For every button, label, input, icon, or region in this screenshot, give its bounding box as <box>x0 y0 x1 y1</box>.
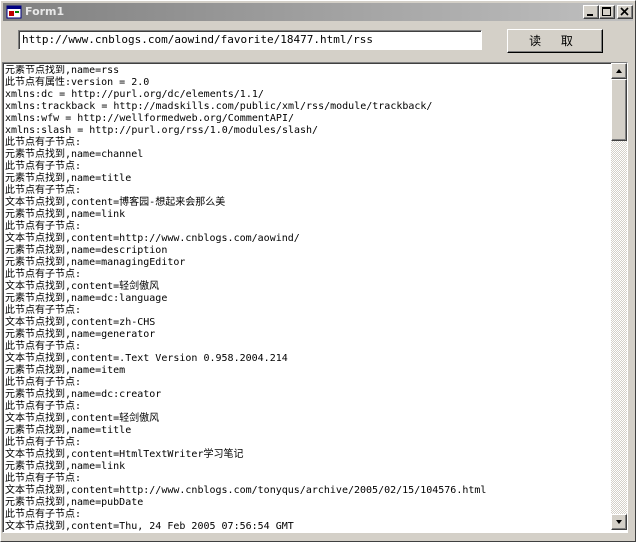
output-line: xmlns:slash = http://purl.org/rss/1.0/mo… <box>5 125 319 136</box>
output-line: 此节点有子节点: <box>5 221 82 232</box>
output-line: 文本节点找到,content=.Text Version 0.958.2004.… <box>5 353 288 364</box>
title-bar[interactable]: Form1 <box>3 3 633 21</box>
output-line: 元素节点找到,name=managingEditor <box>5 257 186 268</box>
output-line: 文本节点找到,content=http://www.cnblogs.com/to… <box>5 485 487 496</box>
output-line: 文本节点找到,content=轻剑傲风 <box>5 413 160 424</box>
output-line: 此节点有子节点: <box>5 341 82 352</box>
output-line: 此节点有子节点: <box>5 161 82 172</box>
vertical-scrollbar[interactable] <box>611 63 627 530</box>
output-line: 元素节点找到,name=link <box>5 209 126 220</box>
output-line: 此节点有子节点: <box>5 269 82 280</box>
output-line: 此节点有子节点: <box>5 509 82 520</box>
window-title: Form1 <box>25 5 65 18</box>
arrow-down-icon <box>616 520 622 524</box>
output-line: 此节点有子节点: <box>5 473 82 484</box>
output-line: 此节点有子节点: <box>5 185 82 196</box>
output-line: 文本节点找到,content=博客园-想起来会那么美 <box>5 197 226 208</box>
output-line: 此节点有子节点: <box>5 305 82 316</box>
output-line: 文本节点找到,content=HtmlTextWriter学习笔记 <box>5 449 244 460</box>
close-button[interactable] <box>617 5 633 19</box>
output-line: 文本节点找到,content=zh-CHS <box>5 317 156 328</box>
scroll-thumb[interactable] <box>611 79 627 141</box>
output-line: 此节点有属性:version = 2.0 <box>5 77 150 88</box>
output-line: 元素节点找到,name=item <box>5 365 126 376</box>
output-line: 此节点有子节点: <box>5 401 82 412</box>
minimize-icon <box>587 14 593 16</box>
url-input[interactable]: http://www.cnblogs.com/aowind/favorite/1… <box>18 30 482 50</box>
output-line: 元素节点找到,name=pubDate <box>5 497 144 508</box>
output-line: 此节点有子节点: <box>5 437 82 448</box>
output-line: xmlns:wfw = http://wellformedweb.org/Com… <box>5 113 294 124</box>
output-line: 元素节点找到,name=link <box>5 461 126 472</box>
output-line: xmlns:dc = http://purl.org/dc/elements/1… <box>5 89 264 100</box>
read-button[interactable]: 读 取 <box>507 29 603 53</box>
output-line: 文本节点找到,content=轻剑傲风 <box>5 281 160 292</box>
output-line: 元素节点找到,name=generator <box>5 329 156 340</box>
output-line: 此节点有子节点: <box>5 137 82 148</box>
arrow-up-icon <box>616 69 622 73</box>
output-line: 元素节点找到,name=rss <box>5 65 120 76</box>
close-icon <box>620 7 629 16</box>
output-line: 元素节点找到,name=dc:language <box>5 293 168 304</box>
output-line: 文本节点找到,content=http://www.cnblogs.com/ao… <box>5 233 300 244</box>
minimize-button[interactable] <box>583 5 599 19</box>
maximize-button[interactable] <box>599 5 615 19</box>
output-line: 元素节点找到,name=title <box>5 173 132 184</box>
output-line: 元素节点找到,name=title <box>5 425 132 436</box>
scroll-up-button[interactable] <box>611 63 627 79</box>
output-line: 文本节点找到,content=Thu, 24 Feb 2005 07:56:54… <box>5 521 294 532</box>
scroll-down-button[interactable] <box>611 514 627 530</box>
output-line: 元素节点找到,name=dc:creator <box>5 389 162 400</box>
maximize-icon <box>602 7 611 16</box>
form1-window: Form1 http://www.cnblogs.com/aowind/favo… <box>0 0 636 542</box>
output-line: 元素节点找到,name=channel <box>5 149 144 160</box>
output-line: 此节点有子节点: <box>5 377 82 388</box>
output-textbox[interactable]: 元素节点找到,name=rss 此节点有属性:version = 2.0 xmlns… <box>2 62 628 533</box>
output-text: 元素节点找到,name=rss 此节点有属性:version = 2.0 xmlns… <box>5 65 610 532</box>
form-app-icon[interactable] <box>6 4 22 20</box>
output-line: 元素节点找到,name=description <box>5 245 168 256</box>
output-line: xmlns:trackback = http://madskills.com/p… <box>5 101 433 112</box>
